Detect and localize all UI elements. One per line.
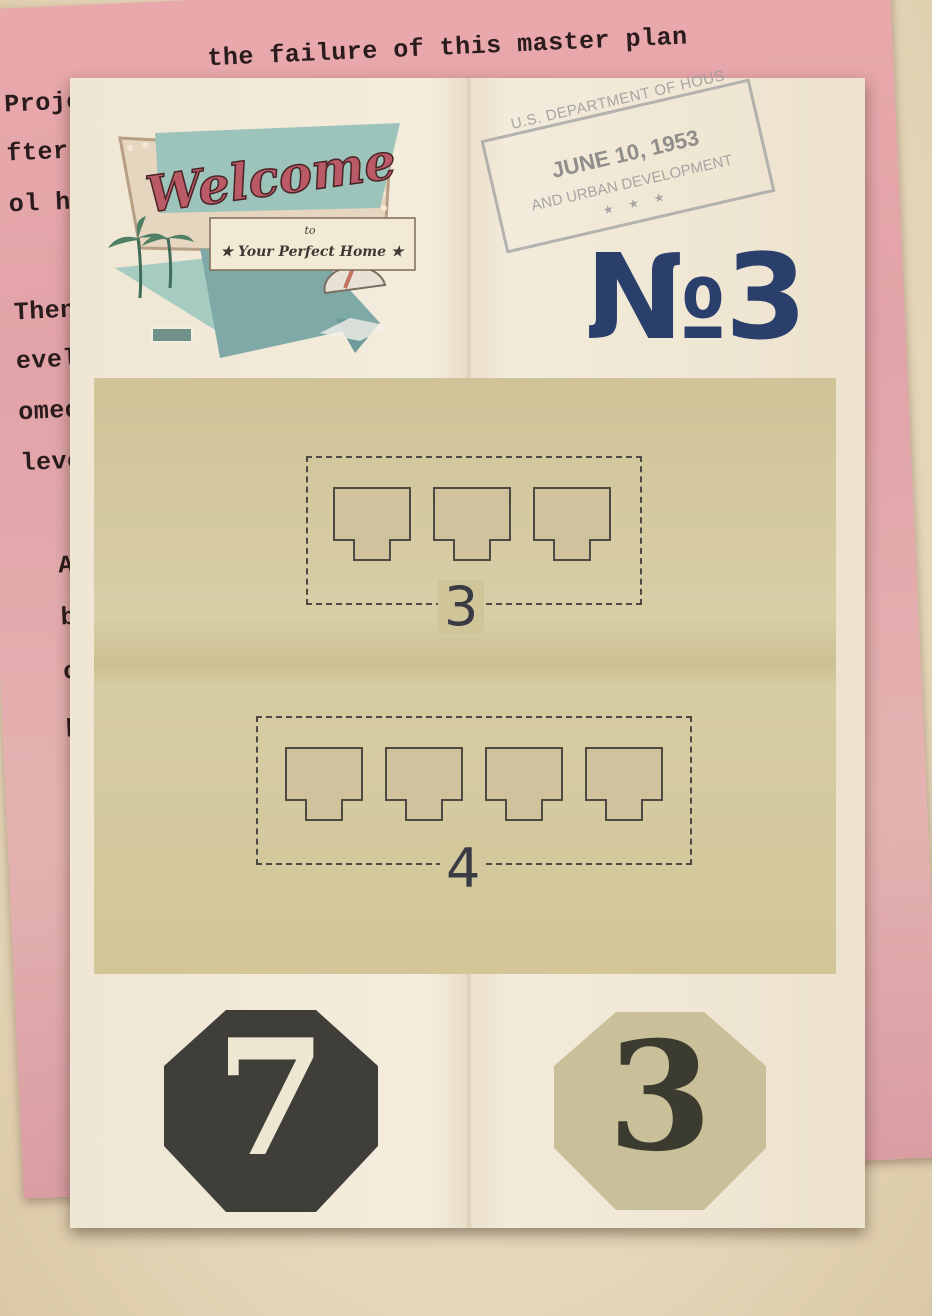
city-plan-card[interactable]: Welcome to ★ Your Perfect Home ★ U.S. DE… — [70, 67, 865, 1228]
estate-size-label: 4 — [440, 842, 487, 896]
estate-size-label: 3 — [438, 580, 485, 634]
welcome-sign-logo: Welcome to ★ Your Perfect Home ★ — [108, 123, 416, 358]
house-slot — [385, 747, 463, 821]
house-slot — [585, 747, 663, 821]
typed-line: fter — [5, 136, 70, 169]
typed-top-line: the failure of this master plan — [206, 22, 689, 74]
welcome-to-text: to — [304, 224, 315, 237]
typed-line: ol h — [8, 187, 72, 220]
house-slot — [285, 747, 363, 821]
first-points-value: 7 — [215, 1004, 327, 1192]
plan-number-value: 3 — [724, 228, 807, 366]
subsequent-points-value: 3 — [607, 1009, 713, 1185]
plan-number: №3 — [585, 238, 807, 356]
house-slot — [433, 487, 511, 561]
numero-sign: № — [585, 228, 727, 366]
house-slot — [485, 747, 563, 821]
estate-requirement-area: 3 4 — [94, 378, 836, 974]
house-slot — [333, 487, 411, 561]
house-slot — [533, 487, 611, 561]
your-perfect-home-text: ★ Your Perfect Home ★ — [221, 244, 406, 260]
typed-line: Then — [13, 295, 77, 328]
